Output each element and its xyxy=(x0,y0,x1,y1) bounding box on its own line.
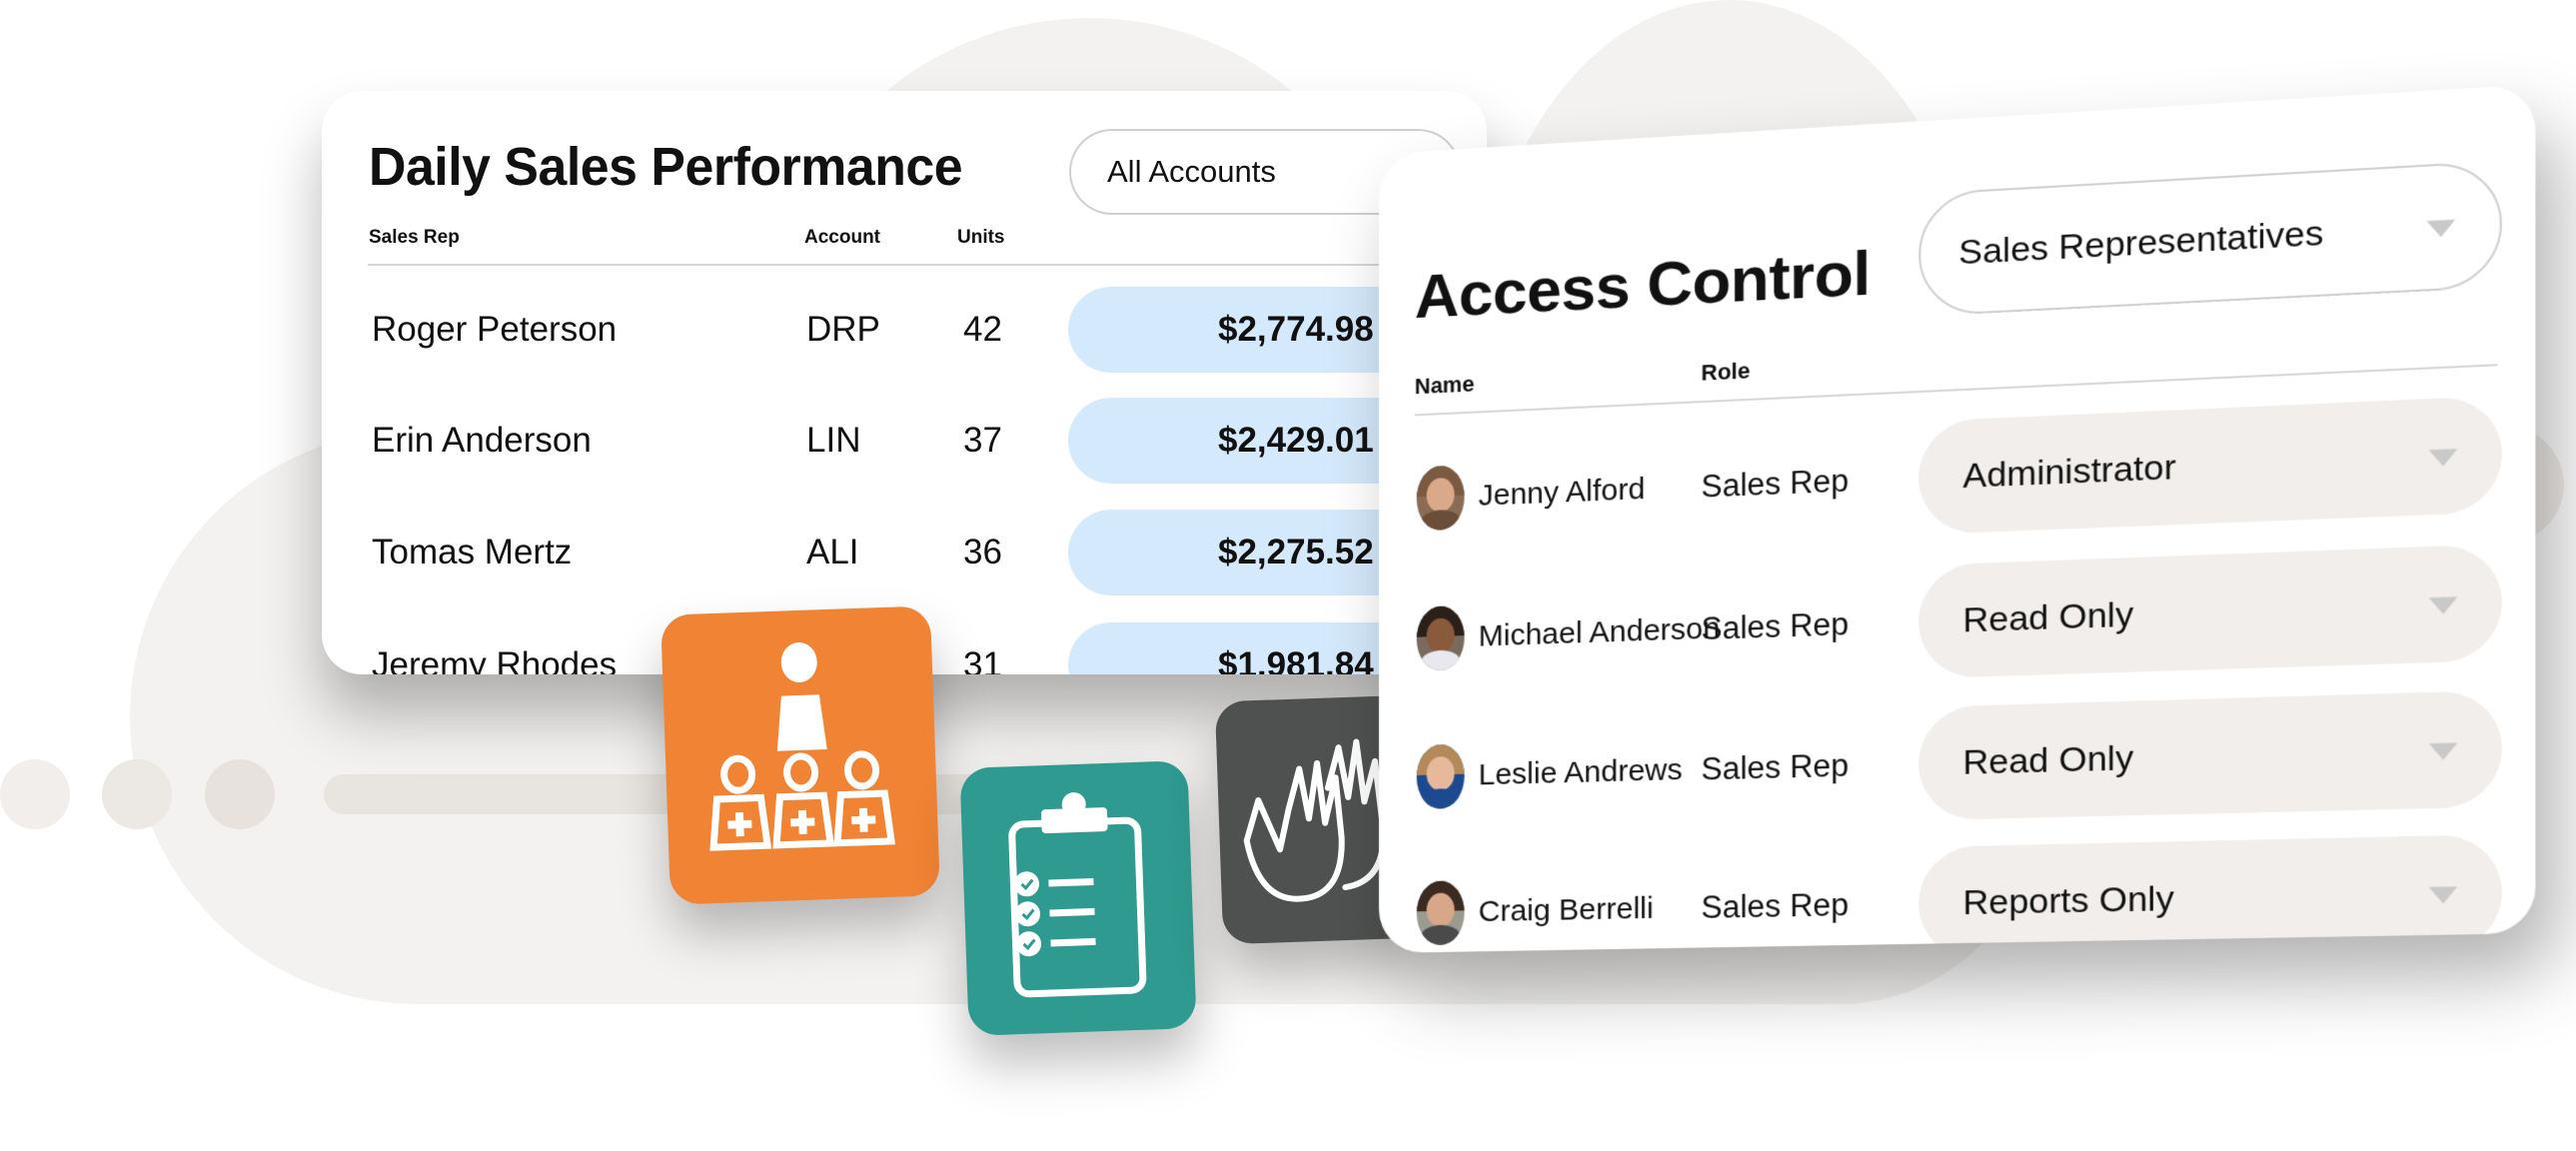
permission-dropdown[interactable]: Reports Only xyxy=(1919,833,2502,953)
permission-value: Reports Only xyxy=(1962,878,2174,922)
amount-value: $1,981.84 xyxy=(1218,645,1374,674)
column-header-name: Name xyxy=(1414,371,1475,400)
user-row[interactable]: Michael Anderson Sales Rep Read Only xyxy=(1379,543,2535,695)
user-name: Jenny Alford xyxy=(1478,472,1646,513)
user-role: Sales Rep xyxy=(1701,886,1850,926)
avatar xyxy=(1416,604,1465,671)
sales-rep-name: Erin Anderson xyxy=(372,421,592,460)
avatar xyxy=(1416,880,1465,946)
permission-value: Read Only xyxy=(1962,593,2134,640)
chevron-down-icon xyxy=(2426,219,2456,239)
account-code: LIN xyxy=(806,421,861,460)
table-row[interactable]: Roger Peterson DRP 42 $2,774.98 xyxy=(322,285,1487,375)
column-header-units: Units xyxy=(957,227,1005,248)
permission-dropdown[interactable]: Read Only xyxy=(1919,544,2502,679)
background-dot xyxy=(102,759,172,829)
user-row[interactable]: Craig Berrelli Sales Rep Reports Only xyxy=(1379,833,2535,953)
chevron-down-icon xyxy=(2428,886,2458,904)
units-value: 37 xyxy=(963,421,1002,460)
user-name: Craig Berrelli xyxy=(1478,891,1654,929)
chevron-down-icon xyxy=(2428,596,2458,615)
sales-rep-name: Tomas Mertz xyxy=(372,533,573,572)
account-filter-value: All Accounts xyxy=(1107,154,1276,189)
table-row[interactable]: Tomas Mertz ALI 36 $2,275.52 xyxy=(322,508,1487,597)
units-value: 42 xyxy=(963,310,1002,349)
user-role: Sales Rep xyxy=(1701,605,1850,647)
sales-performance-panel: Daily Sales Performance All Accounts Sal… xyxy=(322,91,1487,674)
sales-rep-name: Jeremy Rhodes xyxy=(372,645,618,674)
user-row[interactable]: Leslie Andrews Sales Rep Read Only xyxy=(1379,689,2535,833)
user-role: Sales Rep xyxy=(1701,747,1850,787)
header-divider xyxy=(368,264,1447,266)
account-code: ALI xyxy=(806,533,859,572)
permission-value: Read Only xyxy=(1962,737,2134,782)
permission-value: Administrator xyxy=(1962,447,2176,496)
user-name: Michael Anderson xyxy=(1478,611,1721,653)
clipboard-checklist-icon xyxy=(1008,792,1147,998)
team-tile[interactable] xyxy=(660,605,940,905)
role-group-filter-value: Sales Representatives xyxy=(1958,213,2324,273)
role-group-filter-dropdown[interactable]: Sales Representatives xyxy=(1919,160,2502,317)
access-panel-title: Access Control xyxy=(1414,238,1871,333)
checklist-tile[interactable] xyxy=(959,760,1197,1036)
column-header-account: Account xyxy=(804,227,880,248)
units-value: 31 xyxy=(963,645,1002,674)
sales-rep-name: Roger Peterson xyxy=(372,310,618,349)
units-value: 36 xyxy=(963,533,1002,572)
table-row[interactable]: Erin Anderson LIN 37 $2,429.01 xyxy=(322,396,1487,486)
sales-panel-title: Daily Sales Performance xyxy=(369,137,963,197)
user-row[interactable]: Jenny Alford Sales Rep Administrator xyxy=(1379,394,2535,556)
chevron-down-icon xyxy=(2428,742,2458,761)
access-control-panel: Access Control Sales Representatives Nam… xyxy=(1379,84,2536,953)
amount-value: $2,275.52 xyxy=(1218,533,1374,572)
amount-value: $2,774.98 xyxy=(1218,310,1374,349)
account-code: DRP xyxy=(806,310,880,349)
column-header-sales-rep: Sales Rep xyxy=(369,227,460,248)
background-dot xyxy=(0,759,70,829)
avatar xyxy=(1416,743,1465,810)
background-dot xyxy=(205,759,275,829)
amount-value: $2,429.01 xyxy=(1218,421,1374,460)
user-name: Leslie Andrews xyxy=(1478,752,1683,792)
avatar xyxy=(1416,465,1465,532)
user-role: Sales Rep xyxy=(1701,462,1850,505)
chevron-down-icon xyxy=(2428,449,2458,468)
column-header-role: Role xyxy=(1701,358,1751,386)
permission-dropdown[interactable]: Read Only xyxy=(1919,689,2502,821)
team-hierarchy-icon xyxy=(709,641,896,851)
permission-dropdown[interactable]: Administrator xyxy=(1919,395,2502,536)
